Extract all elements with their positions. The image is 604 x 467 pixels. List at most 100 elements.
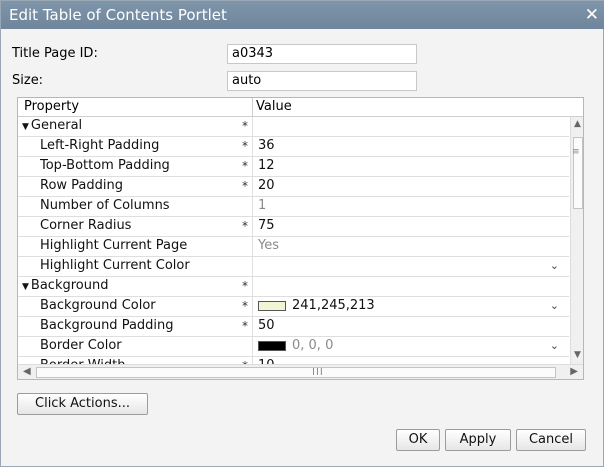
modified-marker: * [242, 279, 248, 293]
size-input[interactable]: auto [227, 71, 417, 91]
title-page-id-label: Title Page ID: [12, 46, 98, 61]
grid-property-row[interactable]: Border Width* 10 [18, 357, 569, 364]
property-name: Background Padding [40, 318, 174, 333]
property-name: Border Width [40, 357, 260, 364]
property-value[interactable]: 1 [258, 197, 558, 215]
close-icon[interactable]: ✕ [585, 1, 599, 29]
property-value-text: Yes [258, 238, 279, 253]
property-value-text: 241,245,213 [292, 298, 375, 313]
horizontal-grip: III [312, 367, 324, 378]
grip-icon: ≡ [572, 147, 580, 157]
property-name: Top-Bottom Padding [40, 158, 170, 173]
category-name: Background [30, 278, 109, 293]
grid-property-row[interactable]: Background Padding * 50 [18, 317, 569, 337]
column-divider [252, 337, 253, 356]
property-name: Border Color [40, 338, 122, 353]
ok-button[interactable]: OK [396, 429, 440, 451]
grid-property-row[interactable]: Row Padding * 20 [18, 177, 569, 197]
column-divider [252, 137, 253, 156]
vertical-scrollbar[interactable]: ▲ ≡ ▼ [570, 117, 583, 364]
property-name: Highlight Current Page [40, 238, 188, 253]
grid-property-row[interactable]: Top-Bottom Padding * 12 [18, 157, 569, 177]
column-divider [252, 217, 253, 236]
dialog-titlebar[interactable]: Edit Table of Contents Portlet ✕ [1, 1, 604, 29]
chevron-down-icon[interactable]: ⌄ [550, 297, 559, 315]
grid-property-row[interactable]: Left-Right Padding * 36 [18, 137, 569, 157]
cancel-button[interactable]: Cancel [516, 429, 586, 451]
column-divider [252, 237, 253, 256]
column-divider [252, 157, 253, 176]
column-divider [252, 357, 253, 364]
property-value[interactable]: 36 [258, 137, 558, 155]
modified-marker: * [242, 299, 248, 313]
collapse-arrow-icon[interactable]: ▼ [22, 282, 29, 292]
grid-header: Property Value [18, 98, 583, 117]
scroll-up-icon[interactable]: ▲ [574, 119, 581, 129]
category-label: ▼ Background [22, 277, 242, 296]
header-divider [252, 98, 253, 116]
column-divider [252, 197, 253, 216]
collapse-arrow-icon[interactable]: ▼ [22, 122, 29, 132]
chevron-down-icon[interactable]: ⌄ [550, 257, 559, 275]
column-divider [252, 257, 253, 276]
property-value[interactable]: 10 [258, 357, 558, 364]
property-value-text: 0, 0, 0 [292, 338, 334, 353]
scroll-right-icon[interactable]: ▶ [570, 366, 578, 377]
scroll-down-icon[interactable]: ▼ [574, 350, 581, 360]
chevron-down-icon[interactable]: ⌄ [550, 337, 559, 355]
modified-marker: * [242, 219, 248, 233]
property-value[interactable]: Yes [258, 237, 558, 255]
modified-marker: * [242, 159, 248, 173]
property-value[interactable]: 12 [258, 157, 558, 175]
click-actions-button[interactable]: Click Actions... [17, 393, 148, 415]
apply-button[interactable]: Apply [445, 429, 511, 451]
modified-marker: * [240, 357, 250, 364]
category-label: ▼ General [22, 117, 242, 136]
property-name: Highlight Current Color [40, 258, 190, 273]
modified-marker: * [242, 179, 248, 193]
modified-marker: * [242, 119, 248, 133]
property-value[interactable]: 75 [258, 217, 558, 235]
property-value[interactable]: 0, 0, 0 [258, 337, 558, 355]
horizontal-scroll-thumb[interactable]: III [36, 367, 556, 378]
title-page-id-input[interactable]: a0343 [227, 44, 417, 64]
value-column-header[interactable]: Value [256, 98, 292, 116]
size-label: Size: [12, 73, 44, 88]
dialog-title: Edit Table of Contents Portlet [9, 6, 227, 24]
category-name: General [30, 118, 83, 133]
column-divider [252, 277, 253, 296]
property-value[interactable]: 50 [258, 317, 558, 335]
property-name: Corner Radius [40, 218, 132, 233]
grid-property-row[interactable]: Highlight Current Page Yes [18, 237, 569, 257]
column-divider [252, 117, 253, 136]
property-name: Background Color [40, 298, 156, 313]
grid-property-row[interactable]: Border Color 0, 0, 0 ⌄ [18, 337, 569, 357]
grid-property-row[interactable]: Highlight Current Color ⌄ [18, 257, 569, 277]
property-name: Row Padding [40, 178, 123, 193]
property-name: Number of Columns [40, 198, 170, 213]
scroll-left-icon[interactable]: ◀ [23, 366, 31, 377]
grid-category-row[interactable]: ▼ Background * [18, 277, 569, 297]
property-value-text: 36 [258, 138, 275, 153]
property-column-header[interactable]: Property [24, 98, 79, 116]
color-swatch-icon [258, 340, 286, 351]
horizontal-scrollbar[interactable]: ◀ III ▶ [18, 364, 583, 379]
column-divider [252, 177, 253, 196]
column-divider [252, 317, 253, 336]
property-value-text: 1 [258, 198, 267, 213]
grid-property-row[interactable]: Corner Radius * 75 [18, 217, 569, 237]
property-grid: Property Value ▼ General * Left-Right Paddi… [17, 97, 584, 380]
property-value[interactable]: 241,245,213 [258, 297, 558, 315]
grid-property-row[interactable]: Background Color * 241,245,213 ⌄ [18, 297, 569, 317]
modified-marker: * [242, 319, 248, 333]
grid-category-row[interactable]: ▼ General * [18, 117, 569, 137]
modified-marker: * [242, 139, 248, 153]
color-swatch-icon [258, 300, 286, 311]
grid-rows: ▼ General * Left-Right Padding * 36 Top-Bottom… [18, 117, 569, 364]
column-divider [252, 297, 253, 316]
property-value[interactable]: 20 [258, 177, 558, 195]
property-name: Left-Right Padding [40, 138, 160, 153]
property-value-text: 20 [258, 178, 275, 193]
grid-property-row[interactable]: Number of Columns 1 [18, 197, 569, 217]
edit-toc-dialog: Edit Table of Contents Portlet ✕ Title P… [0, 0, 604, 467]
